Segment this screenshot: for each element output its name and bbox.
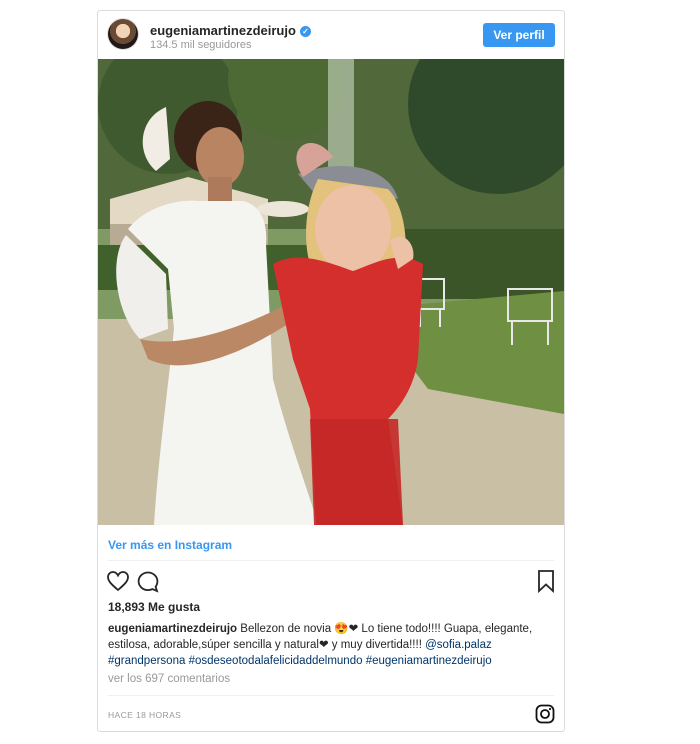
view-more-link[interactable]: Ver más en Instagram (108, 538, 232, 552)
verified-badge-icon: ✓ (299, 26, 311, 37)
divider (108, 695, 554, 696)
username-text[interactable]: eugeniamartinezdeirujo (150, 23, 296, 38)
heart-icon[interactable] (106, 570, 130, 592)
username[interactable]: eugeniamartinezdeirujo ✓ (150, 23, 311, 38)
post-photo[interactable] (98, 59, 564, 525)
instagram-embed-card: eugeniamartinezdeirujo ✓ 134.5 mil seguid… (97, 10, 565, 732)
hashtag-link[interactable]: #eugeniamartinezdeirujo (366, 655, 492, 667)
photo-image (98, 59, 564, 525)
avatar[interactable] (108, 19, 138, 49)
caption-username[interactable]: eugeniamartinezdeirujo (108, 623, 237, 635)
action-bar (106, 569, 556, 595)
hashtag-link[interactable]: #osdeseotodalafelicidaddelmundo (189, 655, 363, 667)
bookmark-icon[interactable] (536, 569, 556, 593)
hashtag-link[interactable]: #grandpersona (108, 655, 185, 667)
view-profile-button[interactable]: Ver perfil (483, 23, 555, 47)
post-header: eugeniamartinezdeirujo ✓ 134.5 mil seguid… (98, 11, 564, 59)
post-timestamp: HACE 18 HORAS (108, 710, 182, 720)
post-caption: eugeniamartinezdeirujo Bellezon de novia… (108, 621, 554, 669)
comment-icon[interactable] (136, 570, 160, 594)
view-comments-link[interactable]: ver los 697 comentarios (108, 673, 230, 685)
mention-link[interactable]: @sofia.palaz (425, 639, 492, 651)
instagram-icon[interactable] (535, 704, 555, 724)
like-count[interactable]: 18,893 Me gusta (108, 600, 200, 614)
divider (108, 560, 554, 561)
follower-count: 134.5 mil seguidores (150, 39, 252, 51)
